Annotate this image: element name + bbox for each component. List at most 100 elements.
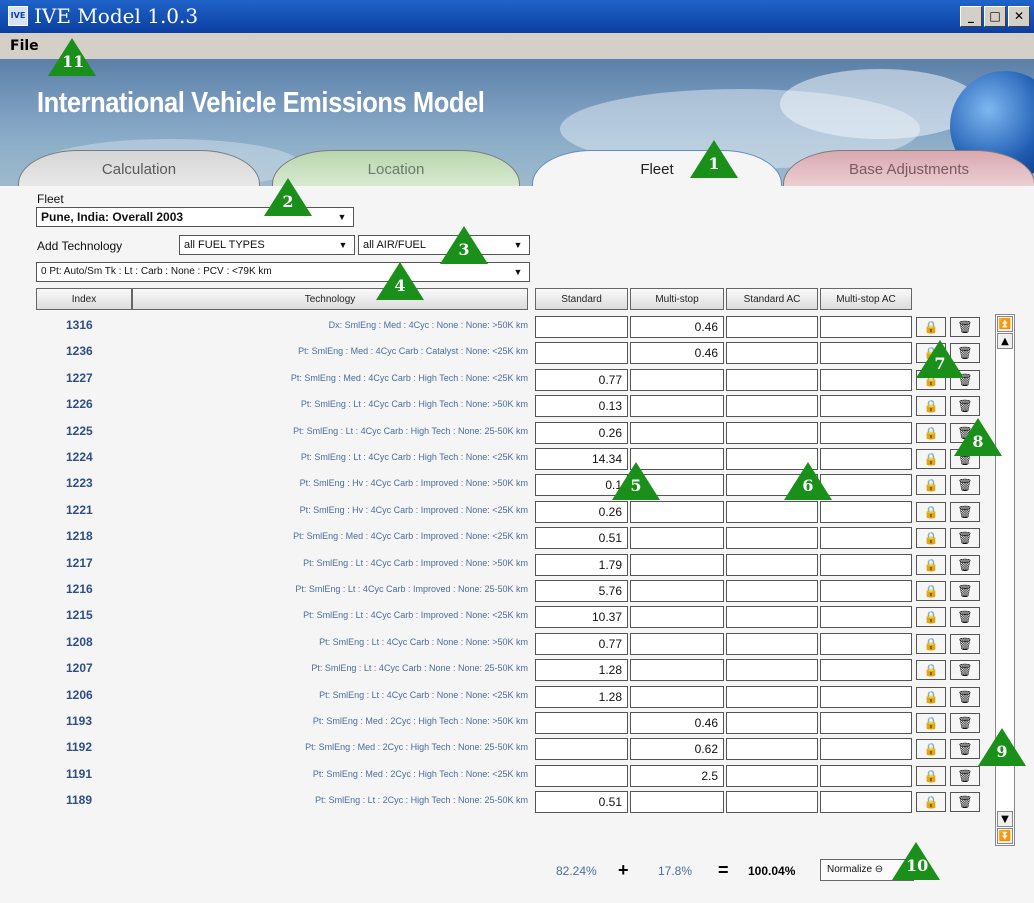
standard-input[interactable] bbox=[535, 738, 628, 761]
header-index[interactable]: Index bbox=[36, 288, 132, 310]
multi-stop-input[interactable] bbox=[630, 527, 724, 550]
lock-icon[interactable]: 🔒 bbox=[916, 475, 946, 496]
trash-icon[interactable]: 🗑 bbox=[950, 475, 980, 496]
multi-stop-ac-input[interactable] bbox=[820, 659, 912, 682]
lock-icon[interactable]: 🔒 bbox=[916, 739, 946, 760]
multi-stop-ac-input[interactable] bbox=[820, 500, 912, 523]
multi-stop-input[interactable] bbox=[630, 659, 724, 682]
standard-input[interactable] bbox=[535, 316, 628, 338]
multi-stop-input[interactable]: 2.5 bbox=[630, 764, 724, 787]
lock-icon[interactable]: 🔒 bbox=[916, 422, 946, 443]
standard-ac-input[interactable] bbox=[726, 791, 818, 814]
trash-icon[interactable]: 🗑 bbox=[950, 501, 980, 522]
close-button[interactable]: ✕ bbox=[1008, 6, 1030, 27]
multi-stop-ac-input[interactable] bbox=[820, 553, 912, 576]
standard-input[interactable] bbox=[535, 342, 628, 365]
trash-icon[interactable]: 🗑 bbox=[950, 765, 980, 786]
header-standard-ac[interactable]: Standard AC bbox=[726, 288, 818, 310]
standard-input[interactable]: 0.77 bbox=[535, 368, 628, 391]
multi-stop-input[interactable] bbox=[630, 368, 724, 391]
multi-stop-input[interactable] bbox=[630, 632, 724, 655]
multi-stop-ac-input[interactable] bbox=[820, 606, 912, 629]
standard-input[interactable]: 0.26 bbox=[535, 421, 628, 444]
lock-icon[interactable]: 🔒 bbox=[916, 581, 946, 601]
standard-ac-input[interactable] bbox=[726, 395, 818, 418]
standard-input[interactable]: 0.77 bbox=[535, 632, 628, 655]
minimize-button[interactable]: _ bbox=[960, 6, 982, 27]
technology-select[interactable]: 0 Pt: Auto/Sm Tk : Lt : Carb : None : PC… bbox=[36, 262, 530, 282]
multi-stop-input[interactable] bbox=[630, 791, 724, 814]
standard-ac-input[interactable] bbox=[726, 606, 818, 629]
tab-calculation[interactable]: Calculation bbox=[18, 150, 260, 187]
multi-stop-ac-input[interactable] bbox=[820, 712, 912, 734]
multi-stop-input[interactable] bbox=[630, 606, 724, 629]
lock-icon[interactable]: 🔒 bbox=[916, 713, 946, 733]
multi-stop-ac-input[interactable] bbox=[820, 395, 912, 418]
standard-input[interactable]: 10.37 bbox=[535, 606, 628, 629]
multi-stop-ac-input[interactable] bbox=[820, 632, 912, 655]
standard-input[interactable]: 0.51 bbox=[535, 791, 628, 814]
standard-ac-input[interactable] bbox=[726, 659, 818, 682]
multi-stop-ac-input[interactable] bbox=[820, 685, 912, 708]
standard-ac-input[interactable] bbox=[726, 712, 818, 734]
standard-ac-input[interactable] bbox=[726, 500, 818, 523]
multi-stop-input[interactable] bbox=[630, 500, 724, 523]
standard-input[interactable]: 5.76 bbox=[535, 580, 628, 602]
standard-input[interactable] bbox=[535, 764, 628, 787]
standard-input[interactable]: 1.28 bbox=[535, 685, 628, 708]
lock-icon[interactable]: 🔒 bbox=[916, 607, 946, 628]
standard-ac-input[interactable] bbox=[726, 580, 818, 602]
multi-stop-ac-input[interactable] bbox=[820, 316, 912, 338]
multi-stop-input[interactable]: 0.46 bbox=[630, 342, 724, 365]
standard-ac-input[interactable] bbox=[726, 421, 818, 444]
multi-stop-ac-input[interactable] bbox=[820, 421, 912, 444]
multi-stop-input[interactable] bbox=[630, 421, 724, 444]
lock-icon[interactable]: 🔒 bbox=[916, 633, 946, 654]
trash-icon[interactable]: 🗑 bbox=[950, 633, 980, 654]
lock-icon[interactable]: 🔒 bbox=[916, 449, 946, 469]
dropdown-arrow-icon[interactable]: ▼ bbox=[333, 209, 351, 225]
maximize-button[interactable]: □ bbox=[984, 6, 1006, 27]
tab-fleet[interactable]: Fleet bbox=[532, 150, 782, 187]
standard-input[interactable]: 0.13 bbox=[535, 395, 628, 418]
trash-icon[interactable]: 🗑 bbox=[950, 792, 980, 813]
multi-stop-ac-input[interactable] bbox=[820, 738, 912, 761]
standard-ac-input[interactable] bbox=[726, 738, 818, 761]
trash-icon[interactable]: 🗑 bbox=[950, 713, 980, 733]
standard-ac-input[interactable] bbox=[726, 316, 818, 338]
lock-icon[interactable]: 🔒 bbox=[916, 765, 946, 786]
trash-icon[interactable]: 🗑 bbox=[950, 528, 980, 549]
multi-stop-input[interactable]: 0.46 bbox=[630, 712, 724, 734]
header-technology[interactable]: Technology bbox=[132, 288, 528, 310]
lock-icon[interactable]: 🔒 bbox=[916, 501, 946, 522]
multi-stop-ac-input[interactable] bbox=[820, 527, 912, 550]
standard-ac-input[interactable] bbox=[726, 764, 818, 787]
standard-input[interactable]: 0.26 bbox=[535, 500, 628, 523]
vertical-scrollbar[interactable]: ⏫ ▲ ▼ ⏬ bbox=[995, 314, 1015, 846]
header-multi-stop-ac[interactable]: Multi-stop AC bbox=[820, 288, 912, 310]
trash-icon[interactable]: 🗑 bbox=[950, 686, 980, 707]
trash-icon[interactable]: 🗑 bbox=[950, 581, 980, 601]
dropdown-arrow-icon[interactable]: ▼ bbox=[334, 237, 352, 253]
trash-icon[interactable]: 🗑 bbox=[950, 660, 980, 681]
standard-ac-input[interactable] bbox=[726, 342, 818, 365]
multi-stop-input[interactable] bbox=[630, 580, 724, 602]
standard-input[interactable]: 1.28 bbox=[535, 659, 628, 682]
scroll-up-icon[interactable]: ▲ bbox=[997, 333, 1013, 349]
tab-base-adjustments[interactable]: Base Adjustments bbox=[783, 150, 1034, 187]
standard-ac-input[interactable] bbox=[726, 527, 818, 550]
header-standard[interactable]: Standard bbox=[535, 288, 628, 310]
standard-ac-input[interactable] bbox=[726, 632, 818, 655]
lock-icon[interactable]: 🔒 bbox=[916, 686, 946, 707]
scroll-bottom-icon[interactable]: ⏬ bbox=[997, 828, 1013, 844]
standard-ac-input[interactable] bbox=[726, 685, 818, 708]
lock-icon[interactable]: 🔒 bbox=[916, 317, 946, 337]
multi-stop-ac-input[interactable] bbox=[820, 764, 912, 787]
multi-stop-ac-input[interactable] bbox=[820, 474, 912, 497]
standard-input[interactable] bbox=[535, 712, 628, 734]
trash-icon[interactable]: 🗑 bbox=[950, 739, 980, 760]
lock-icon[interactable]: 🔒 bbox=[916, 528, 946, 549]
multi-stop-ac-input[interactable] bbox=[820, 791, 912, 814]
lock-icon[interactable]: 🔒 bbox=[916, 554, 946, 575]
multi-stop-ac-input[interactable] bbox=[820, 580, 912, 602]
